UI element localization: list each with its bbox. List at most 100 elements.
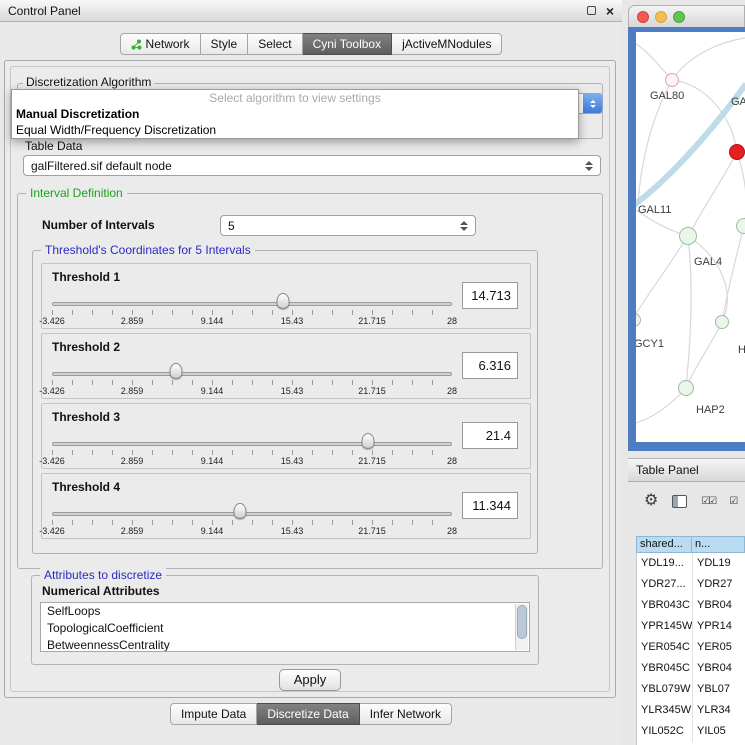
table-cell[interactable]: YDR27... [637,574,693,595]
table-cell[interactable]: YBR04 [693,658,745,679]
table-row[interactable]: YDL19...YDL19 [637,553,745,574]
select-columns-icon-2[interactable]: ☑ [729,496,736,507]
network-window-frame: GAL80GAGAL11GAL4GCY1HHAP2 [628,27,745,451]
table-cell[interactable]: YLR34 [693,700,745,721]
threshold-4-slider[interactable]: -3.4262.8599.14415.4321.71528 [52,498,452,538]
table-rows[interactable]: YDL19...YDL19YDR27...YDR27YBR043CYBR04YP… [636,553,745,745]
slider-scale-label: 15.43 [281,456,304,466]
network-node[interactable] [678,380,694,396]
table-row[interactable]: YBL079WYBL07 [637,679,745,700]
tab-select[interactable]: Select [248,33,302,55]
close-icon[interactable]: × [606,4,614,18]
table-row[interactable]: YIL052CYIL05 [637,721,745,742]
tab-impute-data[interactable]: Impute Data [170,703,257,725]
threshold-2-slider[interactable]: -3.4262.8599.14415.4321.71528 [52,358,452,398]
slider-track[interactable] [52,442,452,446]
table-cell[interactable]: YBL079W [637,679,693,700]
table-cell[interactable]: YBR043C [637,595,693,616]
number-of-intervals-combobox[interactable]: 5 [220,215,476,236]
slider-track[interactable] [52,372,452,376]
table-panel-titlebar[interactable]: Table Panel [628,458,745,482]
table-cell[interactable]: YBR04 [693,595,745,616]
slider-thumb[interactable] [276,293,289,309]
table-row[interactable]: YER054CYER05 [637,637,745,658]
slider-thumb[interactable] [234,503,247,519]
tab-discretize-data[interactable]: Discretize Data [257,703,359,725]
slider-track[interactable] [52,512,452,516]
slider-thumb[interactable] [362,433,375,449]
tab-style[interactable]: Style [201,33,249,55]
table-row[interactable]: YLR345WYLR34 [637,700,745,721]
table-panel-toolbar: ⚙ ☑☑ ☑ [628,482,745,520]
control-panel-titlebar[interactable]: Control Panel × [0,0,622,22]
dropdown-option-manual-discretization[interactable]: Manual Discretization [12,106,578,122]
columns-icon[interactable] [672,495,687,508]
network-tab-icon [131,39,142,50]
table-cell[interactable]: YDL19... [637,553,693,574]
attributes-group-title: Attributes to discretize [40,568,166,582]
slider-track[interactable] [52,302,452,306]
dropdown-prompt[interactable]: Select algorithm to view settings [12,90,578,106]
zoom-traffic-light-icon[interactable] [673,11,685,23]
table-row[interactable]: YBR045CYBR04 [637,658,745,679]
close-traffic-light-icon[interactable] [637,11,649,23]
network-node[interactable] [679,227,697,245]
table-cell[interactable]: YIL05 [693,721,745,742]
dropdown-option-equal-width[interactable]: Equal Width/Frequency Discretization [12,122,578,138]
apply-button[interactable]: Apply [279,669,341,691]
select-columns-icon[interactable]: ☑☑ [701,496,715,507]
threshold-1-value-field[interactable]: 14.713 [462,282,518,309]
table-cell[interactable]: YDL19 [693,553,745,574]
table-cell[interactable]: YDR27 [693,574,745,595]
slider-scale-label: 28 [447,456,457,466]
tab-network-label: Network [146,37,190,51]
table-cell[interactable]: YIL052C [637,721,693,742]
table-cell[interactable]: YBR045C [637,658,693,679]
table-row[interactable]: YDR27...YDR27 [637,574,745,595]
tab-jactivemodules[interactable]: jActiveMNodules [392,33,502,55]
tab-cyni-toolbox[interactable]: Cyni Toolbox [303,33,392,55]
threshold-4-value-field[interactable]: 11.344 [462,492,518,519]
slider-scale-label: 28 [447,316,457,326]
attribute-list-item[interactable]: TopologicalCoefficient [41,620,529,637]
attribute-list-item[interactable]: SelfLoops [41,603,529,620]
table-data-value: galFiltered.sif default node [31,159,172,173]
network-node[interactable] [729,144,745,160]
table-cell[interactable]: YLR345W [637,700,693,721]
tab-network[interactable]: Network [120,33,201,55]
column-header-name[interactable]: n... [692,536,745,553]
network-node[interactable] [665,73,679,87]
network-node[interactable] [715,315,729,329]
threshold-3-slider[interactable]: -3.4262.8599.14415.4321.71528 [52,428,452,468]
application-window: Control Panel × Network Style [0,0,745,745]
slider-scale-label: 15.43 [281,386,304,396]
table-cell[interactable]: YER05 [693,637,745,658]
slider-scale: -3.4262.8599.14415.4321.71528 [52,526,452,536]
network-canvas[interactable]: GAL80GAGAL11GAL4GCY1HHAP2 [636,32,745,442]
column-header-shared-name[interactable]: shared... [636,536,692,553]
network-window-titlebar[interactable] [628,5,745,27]
threshold-1-label: Threshold 1 [52,270,120,284]
slider-thumb[interactable] [170,363,183,379]
float-window-icon[interactable] [587,6,596,15]
table-row[interactable]: YPR145WYPR14 [637,616,745,637]
threshold-2-value-field[interactable]: 6.316 [462,352,518,379]
minimize-traffic-light-icon[interactable] [655,11,667,23]
tab-infer-network[interactable]: Infer Network [360,703,452,725]
table-cell[interactable]: YPR14 [693,616,745,637]
table-data-combobox[interactable]: galFiltered.sif default node [23,155,601,176]
table-cell[interactable]: YBL07 [693,679,745,700]
attributes-scrollbar[interactable] [515,604,528,650]
thresholds-group: Threshold's Coordinates for 5 Intervals … [32,250,538,554]
table-row[interactable]: YBR043CYBR04 [637,595,745,616]
threshold-1-slider[interactable]: -3.4262.8599.14415.4321.71528 [52,288,452,328]
table-cell[interactable]: YER054C [637,637,693,658]
gear-icon[interactable]: ⚙ [644,493,658,509]
attribute-list-item[interactable]: BetweennessCentrality [41,637,529,652]
network-node[interactable] [736,218,745,234]
table-cell[interactable]: YPR145W [637,616,693,637]
threshold-3-value-field[interactable]: 21.4 [462,422,518,449]
combobox-stepper-icon[interactable] [583,94,602,113]
numerical-attributes-list[interactable]: SelfLoopsTopologicalCoefficientBetweenne… [40,602,530,652]
attributes-scrollbar-thumb[interactable] [517,605,527,639]
